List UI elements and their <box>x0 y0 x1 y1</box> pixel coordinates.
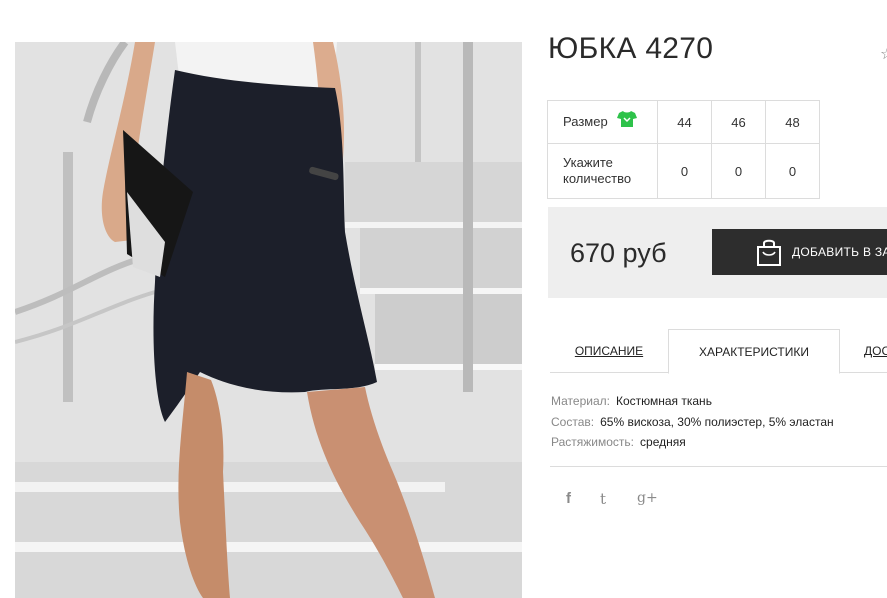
shirt-icon[interactable] <box>617 110 638 132</box>
buy-box: 670 руб ДОБАВИТЬ В ЗА <box>548 207 887 298</box>
spec-value: средняя <box>640 435 686 449</box>
spec-row: Материал: Костюмная ткань <box>551 391 834 412</box>
product-photo[interactable] <box>15 42 522 598</box>
star-icon[interactable]: ☆ <box>880 44 887 64</box>
quantity-input[interactable]: 0 <box>711 143 766 199</box>
add-to-cart-button[interactable]: ДОБАВИТЬ В ЗА <box>712 229 887 275</box>
product-title: ЮБКА 4270 <box>548 32 714 65</box>
spec-row: Растяжимость: средняя <box>551 432 834 453</box>
size-table: Размер 44 46 48 Укажите количество 0 0 0 <box>547 100 820 199</box>
tab-label: ДОС <box>864 344 887 358</box>
quantity-row: Укажите количество 0 0 0 <box>547 143 820 199</box>
twitter-icon[interactable]: t <box>600 490 606 508</box>
spec-row: Состав: 65% вискоза, 30% полиэстер, 5% эл… <box>551 412 834 433</box>
facebook-icon[interactable]: f <box>566 490 571 507</box>
google-plus-icon[interactable]: g+ <box>637 490 658 506</box>
price: 670 руб <box>570 238 667 268</box>
shopping-bag-icon <box>756 238 782 269</box>
spec-value: 65% вискоза, 30% полиэстер, 5% эластан <box>600 414 834 429</box>
quantity-label: Укажите количество <box>547 143 658 199</box>
size-header-cell: Размер <box>547 100 658 144</box>
tab-delivery[interactable]: ДОС <box>840 329 887 373</box>
product-tabs: ОПИСАНИЕ ХАРАКТЕРИСТИКИ ДОС <box>550 329 887 374</box>
tab-description[interactable]: ОПИСАНИЕ <box>550 329 668 373</box>
size-row: Размер 44 46 48 <box>547 100 820 144</box>
spec-key: Состав: <box>551 414 595 429</box>
size-cell: 46 <box>711 100 766 144</box>
size-label: Размер <box>563 113 608 129</box>
spec-value: Костюмная ткань <box>615 394 712 408</box>
spec-key: Материал: <box>551 394 610 408</box>
size-cell: 44 <box>657 100 712 144</box>
quantity-input[interactable]: 0 <box>765 143 820 199</box>
spec-key: Растяжимость: <box>551 435 635 449</box>
quantity-input[interactable]: 0 <box>657 143 712 199</box>
divider <box>550 466 887 467</box>
product-image <box>15 42 522 598</box>
tab-characteristics[interactable]: ХАРАКТЕРИСТИКИ <box>668 329 840 374</box>
add-to-cart-label: ДОБАВИТЬ В ЗА <box>792 245 887 259</box>
size-cell: 48 <box>765 100 820 144</box>
characteristics-list: Материал: Костюмная ткань Состав: 65% виск… <box>551 391 834 453</box>
tab-label: ХАРАКТЕРИСТИКИ <box>698 344 809 359</box>
tab-label: ОПИСАНИЕ <box>574 344 644 358</box>
